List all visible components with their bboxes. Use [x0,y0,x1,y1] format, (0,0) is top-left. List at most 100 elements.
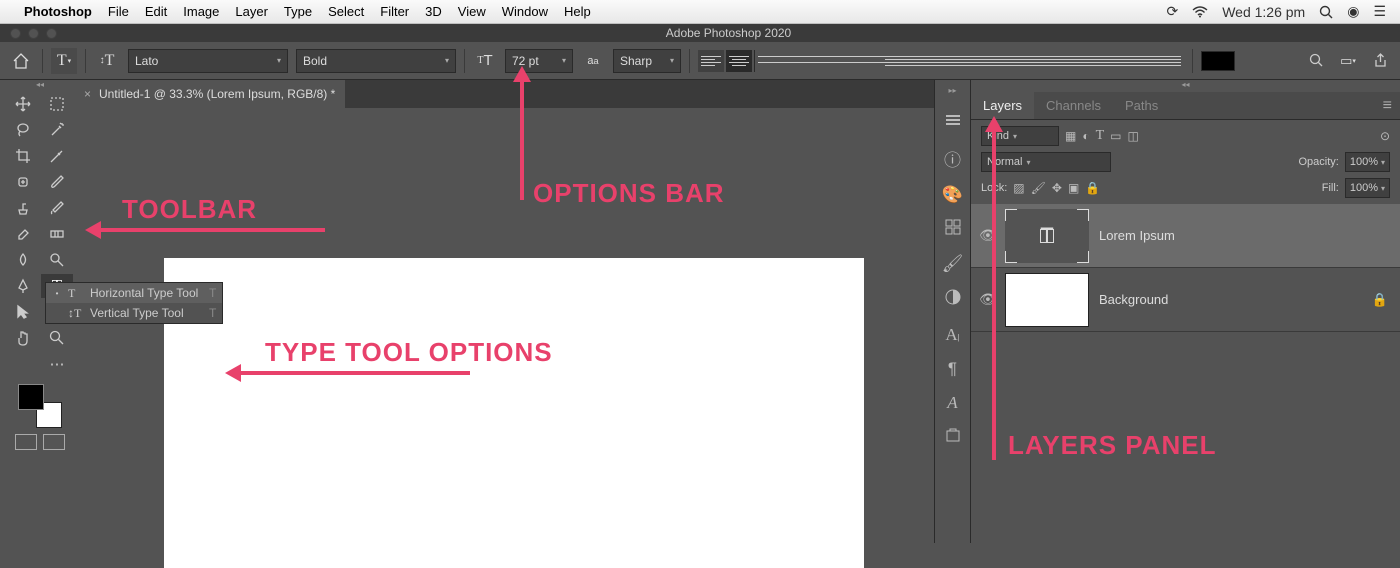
layer-row[interactable]: 👁 Background 🔒 [971,268,1400,332]
crop-tool[interactable] [7,144,39,168]
lock-position-icon[interactable]: ✥ [1052,181,1062,195]
eyedropper-tool[interactable] [41,144,73,168]
eraser-tool[interactable] [7,222,39,246]
menu-image[interactable]: Image [183,4,219,19]
font-style-dropdown[interactable]: Bold▾ [296,49,456,73]
close-tab-icon[interactable]: × [84,87,91,101]
lock-transparency-icon[interactable]: ▨ [1013,181,1024,195]
screenmode-toggle[interactable] [43,434,65,450]
color-swatches[interactable] [18,384,62,428]
menu-window[interactable]: Window [502,4,548,19]
macos-menubar: Photoshop File Edit Image Layer Type Sel… [0,0,1400,24]
font-size-icon: TT [473,50,497,72]
filter-shape-icon[interactable]: ▭ [1110,129,1121,143]
layer-thumbnail[interactable]: T [1005,209,1089,263]
magic-wand-tool[interactable] [41,118,73,142]
filter-toggle[interactable]: ⊙ [1380,129,1390,143]
clock-text[interactable]: Wed 1:26 pm [1222,4,1305,20]
search-icon[interactable] [1304,50,1328,72]
share-icon[interactable] [1368,50,1392,72]
notification-center-icon[interactable]: ☰ [1373,3,1386,20]
collapse-toolbar[interactable]: ◂◂ [6,80,74,92]
zoom-tool[interactable] [41,326,73,350]
text-orientation-toggle[interactable]: ↕T [94,48,120,74]
pen-tool[interactable] [7,274,39,298]
flyout-item-horizontal-type[interactable]: • T Horizontal Type Tool T [46,283,222,303]
document-tab[interactable]: × Untitled-1 @ 33.3% (Lorem Ipsum, RGB/8… [74,80,345,108]
color-panel-icon[interactable] [944,109,962,132]
tab-paths[interactable]: Paths [1113,92,1170,119]
tab-layers[interactable]: Layers [971,92,1034,119]
align-center-button[interactable] [726,50,752,72]
font-family-dropdown[interactable]: Lato▾ [128,49,288,73]
dodge-tool[interactable] [41,248,73,272]
gradient-tool[interactable] [41,222,73,246]
quickmask-toggle[interactable] [15,434,37,450]
align-left-button[interactable] [698,50,724,72]
menu-file[interactable]: File [108,4,129,19]
filter-smartobject-icon[interactable]: ◫ [1128,129,1139,143]
home-button[interactable] [8,48,34,74]
filter-adjustment-icon[interactable]: ◐ [1082,129,1089,143]
canvas[interactable] [164,258,864,568]
tool-preset-picker[interactable]: T▾ [51,48,77,74]
workspace-switcher[interactable]: ▭▾ [1336,50,1360,72]
swatches-panel-icon[interactable]: 🎨 [942,185,963,205]
panel-menu-icon[interactable]: ≡ [1375,97,1400,115]
align-right-button[interactable] [754,50,1184,72]
lasso-tool[interactable] [7,118,39,142]
menu-help[interactable]: Help [564,4,591,19]
flyout-item-vertical-type[interactable]: ↕T Vertical Type Tool T [46,303,222,323]
antialias-dropdown[interactable]: Sharp▾ [613,49,681,73]
filter-type-icon[interactable]: T [1096,128,1105,144]
layer-row[interactable]: 👁 T Lorem Ipsum [971,204,1400,268]
lock-all-icon[interactable]: 🔒 [1085,181,1100,195]
paragraph-panel-icon[interactable]: ¶ [948,359,957,379]
menu-filter[interactable]: Filter [380,4,409,19]
layer-name[interactable]: Background [1099,292,1362,307]
wifi-icon[interactable] [1192,6,1208,18]
text-color-swatch[interactable] [1201,51,1235,71]
tab-channels[interactable]: Channels [1034,92,1113,119]
brush-tool[interactable] [41,170,73,194]
blur-tool[interactable] [7,248,39,272]
blend-mode-dropdown[interactable]: Normal▾ [981,152,1111,172]
history-brush-tool[interactable] [41,196,73,220]
glyphs-panel-icon[interactable]: A [947,393,957,413]
brushes-panel-icon[interactable]: 🖌 [942,254,964,274]
expand-dock[interactable]: ▸▸ [948,86,956,95]
layer-thumbnail[interactable] [1005,273,1089,327]
move-tool[interactable] [7,92,39,116]
path-selection-tool[interactable] [7,300,39,324]
foreground-color-swatch[interactable] [18,384,44,410]
hand-tool[interactable] [7,326,39,350]
character-panel-icon[interactable]: A| [945,325,959,345]
opacity-input[interactable]: 100%▾ [1345,152,1390,172]
traffic-lights[interactable] [10,28,57,39]
lock-image-icon[interactable]: 🖌 [1031,181,1046,195]
info-panel-icon[interactable]: ⓘ [944,146,961,171]
lock-artboard-icon[interactable]: ▣ [1068,181,1079,195]
filter-pixel-icon[interactable]: ▦ [1065,129,1076,143]
menu-select[interactable]: Select [328,4,364,19]
collapse-panels[interactable]: ◂◂ [971,80,1400,92]
libraries-panel-icon[interactable] [945,427,961,448]
menu-edit[interactable]: Edit [145,4,167,19]
siri-icon[interactable]: ◉ [1347,3,1359,20]
adjustments-panel-icon[interactable] [944,288,962,311]
spotlight-icon[interactable] [1319,5,1333,19]
menu-view[interactable]: View [458,4,486,19]
fill-input[interactable]: 100%▾ [1345,178,1390,198]
cc-sync-icon[interactable]: ⟳ [1166,3,1178,20]
menu-3d[interactable]: 3D [425,4,442,19]
edit-toolbar[interactable]: ⋯ [41,352,73,376]
properties-panel-icon[interactable] [945,219,961,240]
marquee-tool[interactable] [41,92,73,116]
menu-layer[interactable]: Layer [235,4,268,19]
layer-name[interactable]: Lorem Ipsum [1099,228,1392,243]
clone-stamp-tool[interactable] [7,196,39,220]
menu-app[interactable]: Photoshop [24,4,92,19]
lock-icon: 🔒 [1372,292,1388,308]
menu-type[interactable]: Type [284,4,312,19]
healing-brush-tool[interactable] [7,170,39,194]
